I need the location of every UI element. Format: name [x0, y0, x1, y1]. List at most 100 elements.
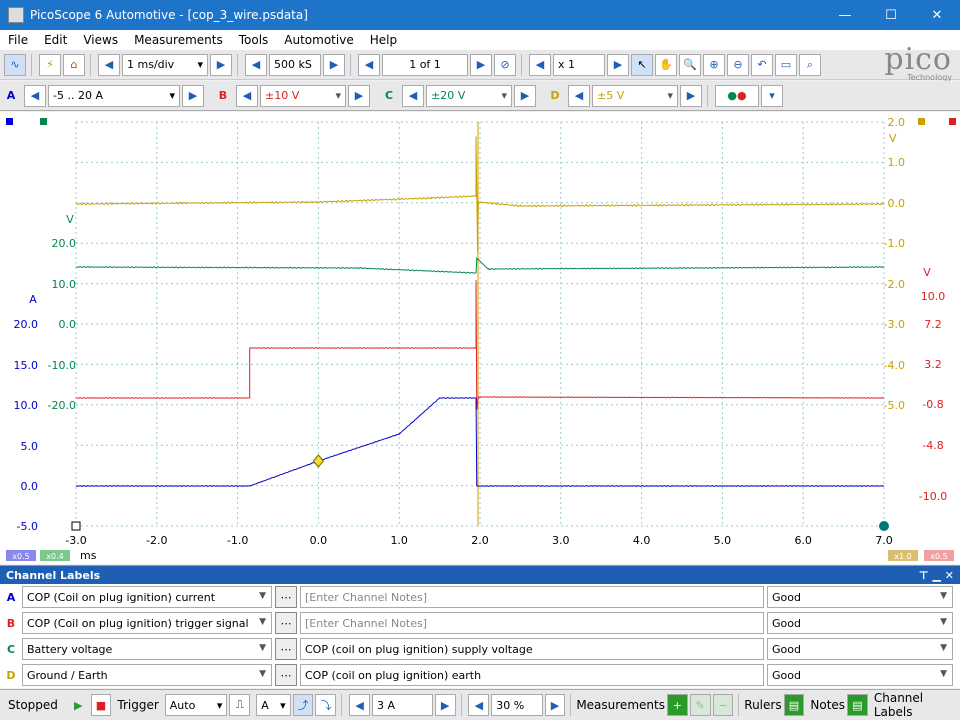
channel-letter: B: [6, 616, 16, 630]
channel-c-range-select[interactable]: ±20 V ▾: [426, 84, 512, 107]
channel-status-select[interactable]: Good ▼: [767, 586, 953, 608]
zoom-in-icon[interactable]: ⊕: [703, 53, 725, 76]
zoom-out-icon[interactable]: ⊖: [727, 53, 749, 76]
hand-tool-icon[interactable]: ✋: [655, 53, 677, 76]
x-tick-label: 5.0: [714, 534, 732, 547]
stop-icon[interactable]: ■: [90, 694, 112, 716]
zoom-badge-right-text: x0.5: [930, 552, 947, 561]
zoom-overview-icon[interactable]: ▭: [775, 53, 797, 76]
channel-c-inc-button[interactable]: ▶: [514, 84, 536, 107]
maximize-button[interactable]: ☐: [868, 0, 914, 30]
channel-note-field[interactable]: [Enter Channel Notes]: [300, 586, 764, 608]
channel-a-dec-button[interactable]: ◀: [24, 84, 46, 107]
channel-b-dec-button[interactable]: ◀: [236, 84, 258, 107]
trigger-type-icon[interactable]: ⎍: [229, 694, 251, 716]
more-options-button[interactable]: ⋯: [275, 638, 297, 660]
close-button[interactable]: ✕: [914, 0, 960, 30]
more-options-button[interactable]: ⋯: [275, 586, 297, 608]
timebase-increase-button[interactable]: ▶: [210, 53, 232, 76]
threshold-dec-button[interactable]: ◀: [349, 694, 370, 716]
threshold-inc-button[interactable]: ▶: [434, 694, 456, 716]
channel-a-range-select[interactable]: -5 .. 20 A ▾: [48, 84, 180, 107]
channel-note-field[interactable]: COP (coil on plug ignition) earth: [300, 664, 764, 686]
threshold-field[interactable]: 3 A: [371, 694, 433, 716]
samples-field[interactable]: 500 kS: [269, 53, 321, 76]
channel-b-range-select[interactable]: ±10 V ▾: [260, 84, 346, 107]
channel-a-marker: [6, 118, 13, 125]
channel-status-select[interactable]: Good ▼: [767, 664, 953, 686]
menu-help[interactable]: Help: [362, 33, 405, 47]
buffer-prev-button[interactable]: ◀: [358, 53, 380, 76]
channel-d-inc-button[interactable]: ▶: [680, 84, 702, 107]
timebase-decrease-button[interactable]: ◀: [98, 53, 120, 76]
auto-setup-icon[interactable]: ⚡: [39, 53, 61, 76]
samples-increase-button[interactable]: ▶: [323, 53, 345, 76]
delete-measurement-icon: −: [712, 694, 734, 716]
trigger-channel-select[interactable]: A ▾: [256, 694, 291, 716]
pretrigger-field[interactable]: 30 %: [491, 694, 543, 716]
navigate-icon[interactable]: ⊘: [494, 53, 516, 76]
channel-a-inc-button[interactable]: ▶: [182, 84, 204, 107]
zoom-fit-icon[interactable]: ⌕: [799, 53, 821, 76]
scope-plot[interactable]: -3.0 -2.0 -1.0 0.0 1.0 2.0 3.0 4.0 5.0 6.0 7.0 ms A 2…: [0, 112, 960, 564]
rulers-label[interactable]: Rulers: [744, 698, 781, 712]
axis-c-unit: V: [66, 213, 74, 226]
notes-icon[interactable]: ▤: [847, 694, 868, 716]
channel-d-range-select[interactable]: ±5 V ▾: [592, 84, 678, 107]
channel-b-label[interactable]: B: [212, 89, 234, 102]
menu-tools[interactable]: Tools: [231, 33, 277, 47]
channel-colors-button[interactable]: ● ●: [715, 84, 759, 107]
buffer-field[interactable]: 1 of 1: [382, 53, 468, 76]
channel-label-select[interactable]: COP (Coil on plug ignition) trigger sign…: [22, 612, 272, 634]
channel-c-label[interactable]: C: [378, 89, 400, 102]
chevron-down-icon: ▼: [940, 669, 947, 679]
channel-status-select[interactable]: Good ▼: [767, 612, 953, 634]
pretrigger-dec-button[interactable]: ◀: [468, 694, 490, 716]
rising-edge-icon[interactable]: ⤴: [292, 694, 314, 716]
channel-status-select[interactable]: Good ▼: [767, 638, 953, 660]
channel-c-dec-button[interactable]: ◀: [402, 84, 424, 107]
zoom-field[interactable]: x 1: [553, 53, 605, 76]
rulers-icon[interactable]: ▤: [783, 694, 805, 716]
more-options-button[interactable]: ⋯: [275, 612, 297, 634]
channel-a-label[interactable]: A: [0, 89, 22, 102]
zoom-increase-button[interactable]: ▶: [607, 53, 629, 76]
channel-d-label[interactable]: D: [544, 89, 566, 102]
trigger-mode-select[interactable]: Auto ▾: [164, 694, 228, 716]
zoom-decrease-button[interactable]: ◀: [529, 53, 551, 76]
timebase-select[interactable]: 1 ms/div ▾: [122, 53, 208, 76]
pretrigger-inc-button[interactable]: ▶: [544, 694, 566, 716]
scope-mode-icon[interactable]: ∿: [4, 53, 26, 76]
pointer-tool-icon[interactable]: ↖: [631, 53, 653, 76]
menu-automotive[interactable]: Automotive: [276, 33, 361, 47]
menu-views[interactable]: Views: [75, 33, 126, 47]
channel-note-field[interactable]: [Enter Channel Notes]: [300, 612, 764, 634]
chevron-down-icon: ▼: [940, 617, 947, 627]
menu-edit[interactable]: Edit: [36, 33, 75, 47]
home-icon[interactable]: ⌂: [63, 53, 85, 76]
channel-d-dec-button[interactable]: ◀: [568, 84, 590, 107]
channel-label-select[interactable]: COP (Coil on plug ignition) current ▼: [22, 586, 272, 608]
channel-options-dropdown[interactable]: ▾: [761, 84, 783, 107]
channel-labels-toggle[interactable]: Channel Labels: [874, 691, 960, 719]
buffer-next-button[interactable]: ▶: [470, 53, 492, 76]
start-icon[interactable]: ▶: [68, 694, 89, 716]
falling-edge-icon[interactable]: ⤵: [315, 694, 337, 716]
chevron-down-icon: ▼: [259, 617, 266, 627]
undo-zoom-icon[interactable]: ↶: [751, 53, 773, 76]
channel-label-select[interactable]: Ground / Earth ▼: [22, 664, 272, 686]
more-options-button[interactable]: ⋯: [275, 664, 297, 686]
notes-label[interactable]: Notes: [810, 698, 845, 712]
pin-icon[interactable]: ⊤ ▁ ✕: [919, 569, 954, 582]
channel-note-field[interactable]: COP (coil on plug ignition) supply volta…: [300, 638, 764, 660]
waveform-view[interactable]: -3.0 -2.0 -1.0 0.0 1.0 2.0 3.0 4.0 5.0 6.0 7.0 ms A 2…: [0, 112, 960, 564]
menu-measurements[interactable]: Measurements: [126, 33, 231, 47]
zoom-area-icon[interactable]: 🔍: [679, 53, 701, 76]
menu-file[interactable]: File: [0, 33, 36, 47]
samples-decrease-button[interactable]: ◀: [245, 53, 267, 76]
minimize-button[interactable]: —: [822, 0, 868, 30]
channel-label-select[interactable]: Battery voltage ▼: [22, 638, 272, 660]
channel-b-inc-button[interactable]: ▶: [348, 84, 370, 107]
window-title: PicoScope 6 Automotive - [cop_3_wire.psd…: [30, 8, 308, 22]
add-measurement-icon[interactable]: +: [666, 694, 688, 716]
